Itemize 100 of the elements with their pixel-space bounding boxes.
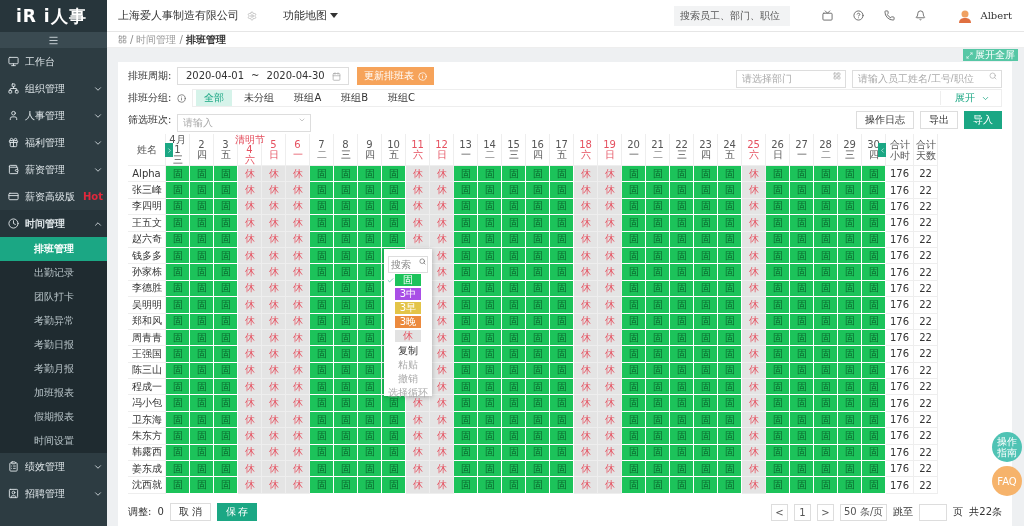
period-label: 排班周期: (128, 70, 172, 82)
day-weekday: 三 (844, 149, 855, 160)
hours-cell: 176 (886, 313, 914, 330)
day-date: 13 (459, 139, 472, 150)
day-weekday: 二 (316, 149, 327, 160)
hours-cell: 176 (886, 379, 914, 396)
day-weekday: 四 (700, 149, 711, 160)
page-unit: 页 (953, 506, 964, 518)
hours-cell: 176 (886, 395, 914, 412)
hours-cell: 176 (886, 215, 914, 232)
day-date: 16 (531, 139, 544, 150)
adjust-count: 0 (157, 506, 164, 518)
day-weekday: 三 (508, 149, 519, 160)
days-cell: 22 (914, 198, 938, 216)
day-date: 9 (366, 139, 373, 150)
days-cell: 22 (914, 166, 938, 183)
breadcrumb-separator: / (130, 34, 134, 45)
days-cell: 22 (914, 428, 938, 445)
hours-cell: 176 (886, 264, 914, 281)
hours-cell: 176 (886, 477, 914, 494)
holiday-label: 清明节 (234, 134, 265, 145)
hours-cell: 176 (886, 428, 914, 445)
days-cell: 22 (914, 379, 938, 396)
day-weekday: 一 (460, 149, 471, 160)
days-cell: 22 (914, 444, 938, 462)
days-cell: 22 (914, 247, 938, 265)
day-weekday: 日 (772, 149, 783, 160)
days-cell: 22 (914, 264, 938, 281)
day-weekday: 二 (820, 149, 831, 160)
adjust-label: 调整: (128, 506, 152, 518)
day-date: 4 (246, 144, 253, 155)
hours-cell: 176 (886, 411, 914, 429)
day-date: 11 (411, 139, 424, 150)
days-cell: 22 (914, 411, 938, 429)
days-cell: 22 (914, 477, 938, 494)
hours-cell: 176 (886, 198, 914, 216)
column-header: 合计小时 (889, 138, 910, 161)
day-date: 3 (222, 139, 229, 150)
hours-cell: 176 (886, 280, 914, 298)
day-date: 29 (843, 139, 856, 150)
day-weekday: 日 (436, 149, 447, 160)
day-date: 26 (771, 139, 784, 150)
day-date: 19 (603, 139, 616, 150)
day-weekday: 五 (724, 149, 735, 160)
day-weekday: 三 (676, 149, 687, 160)
day-date: 23 (699, 139, 712, 150)
day-weekday: 五 (388, 149, 399, 160)
day-date: 25 (747, 139, 760, 150)
group-label: 排班分组: (128, 92, 172, 104)
day-weekday: 六 (244, 154, 255, 165)
day-weekday: 日 (268, 149, 279, 160)
day-weekday: 日 (604, 149, 615, 160)
start-date: 2020-04-01 (185, 70, 245, 82)
day-date: 5 (270, 139, 277, 150)
day-date: 21 (651, 139, 664, 150)
end-date: 2020-04-30 (266, 70, 325, 82)
day-date: 8 (342, 139, 349, 150)
day-weekday: 二 (484, 149, 495, 160)
day-date: 2 (198, 139, 205, 150)
days-cell: 22 (914, 297, 938, 314)
day-weekday: 三 (172, 154, 183, 165)
day-weekday: 一 (628, 149, 639, 160)
company-name: 上海爱人事制造有限公司 (118, 8, 239, 23)
hours-cell: 176 (886, 297, 914, 314)
hours-cell: 176 (886, 362, 914, 380)
day-weekday: 二 (652, 149, 663, 160)
days-cell: 22 (914, 329, 938, 347)
day-weekday: 五 (556, 149, 567, 160)
days-cell: 22 (914, 182, 938, 199)
hours-cell: 176 (886, 247, 914, 265)
day-weekday: 五 (220, 149, 231, 160)
month-label: 4月 (169, 134, 186, 145)
day-date: 17 (555, 139, 568, 150)
day-weekday: 三 (340, 149, 351, 160)
days-cell: 22 (914, 280, 938, 298)
logo: iR i人事 (0, 0, 107, 32)
column-header: 合计天数 (915, 138, 936, 161)
day-weekday: 四 (532, 149, 543, 160)
day-date: 27 (795, 139, 808, 150)
total-count: 共22条 (969, 506, 1002, 518)
day-date: 15 (507, 139, 520, 150)
hours-cell: 176 (886, 346, 914, 363)
day-weekday: 六 (748, 149, 759, 160)
day-date: 28 (819, 139, 832, 150)
day-date: 24 (723, 139, 736, 150)
day-weekday: 六 (580, 149, 591, 160)
column-header: 姓名 (136, 144, 157, 155)
hours-cell: 176 (886, 444, 914, 462)
date-separator: ~ (251, 70, 260, 82)
breadcrumb-separator: / (179, 34, 183, 45)
days-cell: 22 (914, 313, 938, 330)
day-date: 14 (483, 139, 496, 150)
day-date: 12 (435, 139, 448, 150)
day-date: 6 (294, 139, 301, 150)
goto-label: 跳至 (893, 506, 914, 518)
days-cell: 22 (914, 215, 938, 232)
hours-cell: 176 (886, 166, 914, 183)
day-date: 18 (579, 139, 592, 150)
day-date: 1 (174, 144, 181, 155)
days-cell: 22 (914, 231, 938, 248)
